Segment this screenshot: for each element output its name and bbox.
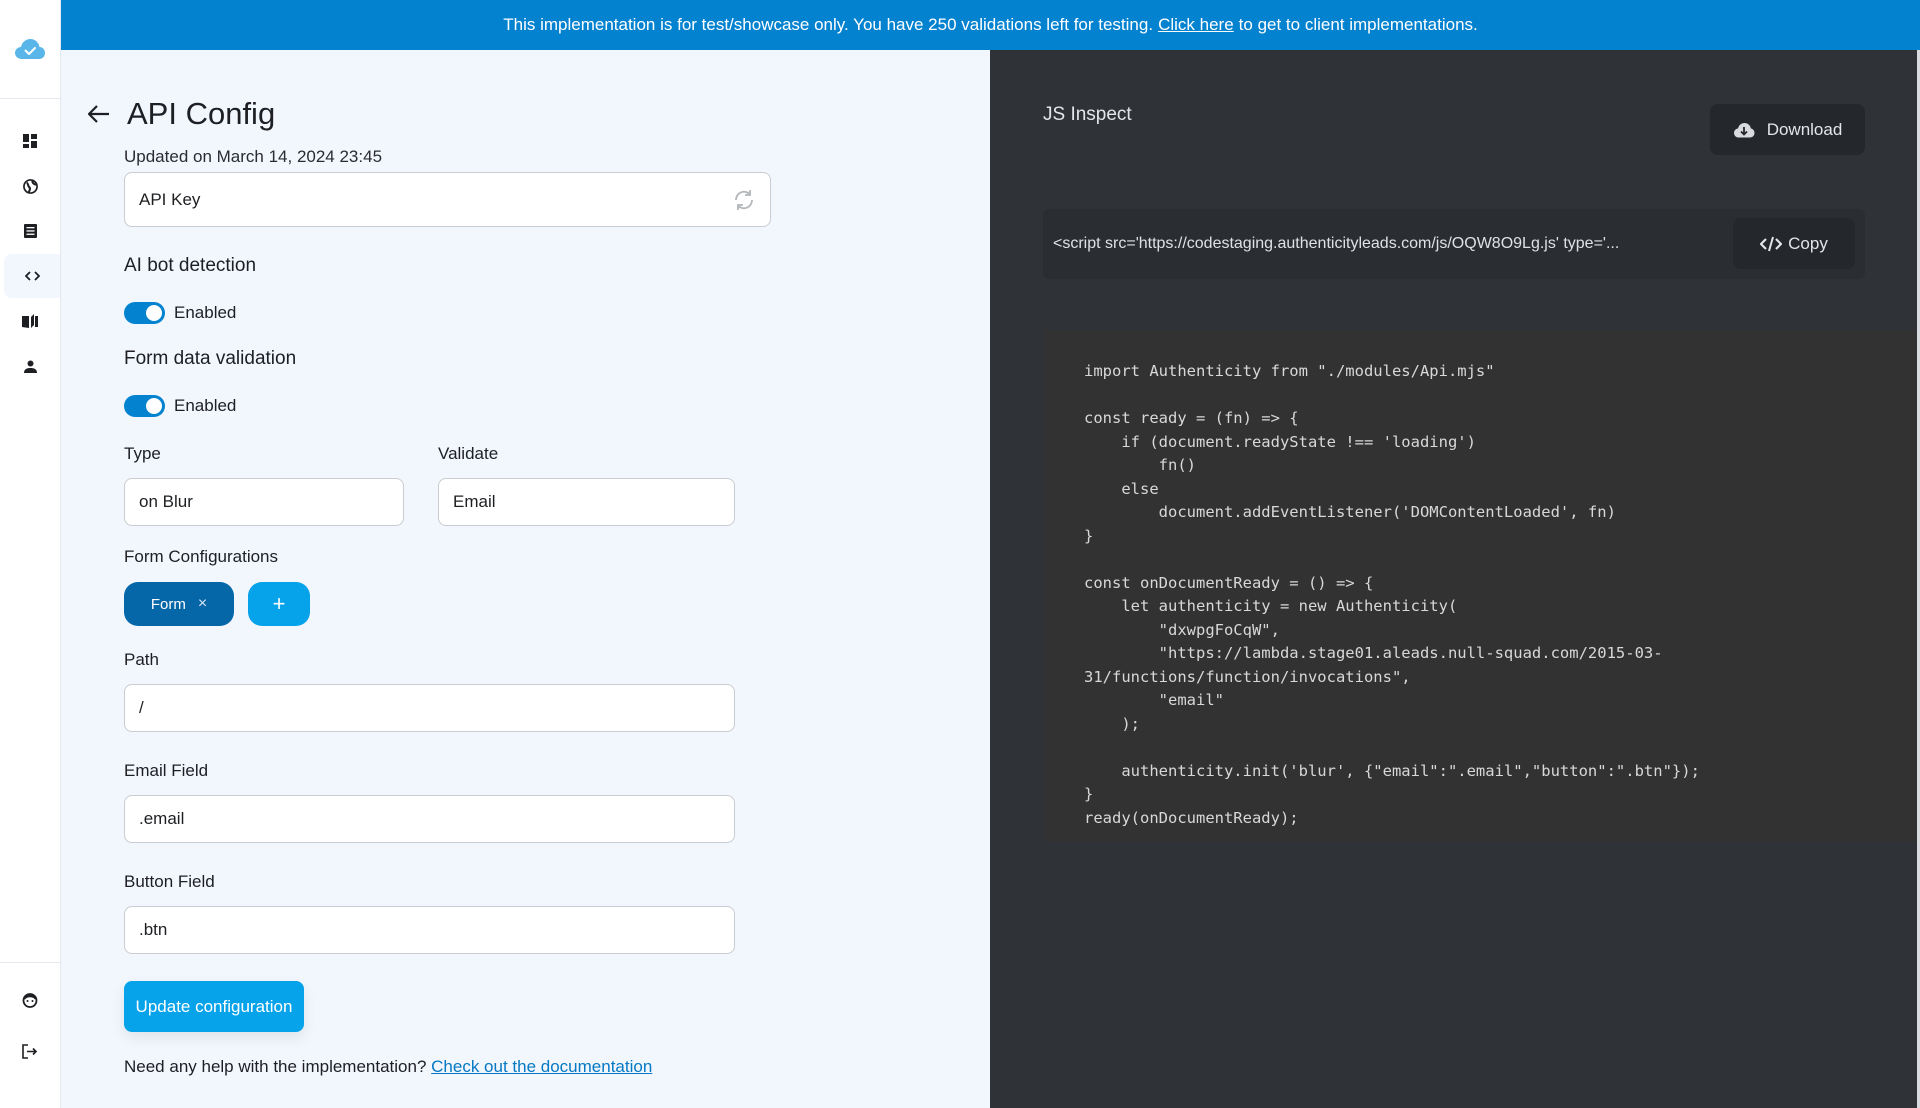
client-implementations-link[interactable]: Click here bbox=[1158, 15, 1234, 35]
back-button[interactable] bbox=[83, 98, 115, 130]
sidebar-item-support[interactable] bbox=[0, 975, 60, 1025]
type-value: on Blur bbox=[139, 492, 193, 511]
sidebar-item-list[interactable] bbox=[0, 209, 60, 253]
button-field-input[interactable]: .btn bbox=[124, 906, 735, 954]
api-config-panel: API Config Updated on March 14, 2024 23:… bbox=[61, 50, 990, 1108]
form-config-chip-label: Form bbox=[150, 595, 186, 613]
sidebar-item-code[interactable] bbox=[4, 254, 60, 298]
download-label: Download bbox=[1766, 119, 1843, 139]
sidebar-item-docs[interactable] bbox=[0, 299, 60, 343]
type-select[interactable]: on Blur bbox=[124, 478, 404, 526]
logout-icon bbox=[22, 1043, 38, 1059]
validate-value: Email bbox=[453, 492, 496, 511]
email-field-input[interactable]: .email bbox=[124, 795, 735, 843]
form-data-validation-toggle[interactable] bbox=[124, 395, 165, 417]
script-tag-text: <script src='https://codestaging.authent… bbox=[1053, 235, 1620, 252]
validate-select[interactable]: Email bbox=[438, 478, 735, 526]
path-value: / bbox=[139, 698, 144, 717]
refresh-icon[interactable] bbox=[732, 188, 756, 212]
code-snippet: import Authenticity from "./modules/Api.… bbox=[1084, 362, 1700, 827]
button-field-label: Button Field bbox=[124, 872, 215, 891]
ai-bot-detection-title: AI bot detection bbox=[124, 255, 257, 276]
form-config-chip[interactable]: Form × bbox=[124, 582, 234, 626]
banner-text: This implementation is for test/showcase… bbox=[503, 15, 1154, 34]
copy-button[interactable]: Copy bbox=[1733, 218, 1855, 269]
path-label: Path bbox=[124, 650, 159, 669]
list-icon bbox=[23, 224, 37, 238]
banner-text-after: to get to client implementations. bbox=[1238, 15, 1478, 34]
help-text: Need any help with the implementation? C… bbox=[124, 1057, 652, 1077]
update-configuration-button[interactable]: Update configuration bbox=[124, 981, 304, 1032]
support-agent-icon bbox=[22, 992, 38, 1008]
close-icon[interactable]: × bbox=[198, 595, 207, 613]
help-question: Need any help with the implementation? bbox=[124, 1057, 427, 1076]
sidebar-item-dashboard[interactable] bbox=[0, 119, 60, 163]
test-mode-banner: This implementation is for test/showcase… bbox=[61, 0, 1920, 50]
script-tag-bar: <script src='https://codestaging.authent… bbox=[1043, 209, 1865, 279]
code-block: import Authenticity from "./modules/Api.… bbox=[1044, 330, 1917, 842]
page-title: API Config bbox=[127, 96, 276, 131]
sidebar-item-logout[interactable] bbox=[0, 1026, 60, 1076]
ai-bot-detection-toggle[interactable] bbox=[124, 302, 165, 324]
code-icon bbox=[1760, 236, 1783, 252]
cloud-download-icon bbox=[1733, 122, 1755, 138]
path-input[interactable]: / bbox=[124, 684, 735, 732]
api-key-value: API Key bbox=[139, 189, 201, 209]
logo[interactable] bbox=[0, 0, 60, 99]
form-data-validation-title: Form data validation bbox=[124, 348, 297, 369]
js-inspect-panel: JS Inspect Download <script src='https:/… bbox=[990, 50, 1917, 1108]
form-configurations-label: Form Configurations bbox=[124, 547, 279, 566]
sidebar-item-globe[interactable] bbox=[0, 164, 60, 208]
ai-bot-detection-toggle-label: Enabled bbox=[174, 303, 237, 322]
download-button[interactable]: Download bbox=[1710, 104, 1865, 155]
button-field-value: .btn bbox=[139, 920, 168, 939]
arrow-left-icon bbox=[88, 105, 110, 123]
book-icon bbox=[22, 314, 38, 328]
api-key-field[interactable]: API Key bbox=[124, 172, 771, 227]
cloud-check-icon bbox=[14, 38, 46, 60]
form-data-validation-toggle-label: Enabled bbox=[174, 396, 237, 415]
sidebar bbox=[0, 0, 61, 1108]
add-form-config-button[interactable]: + bbox=[248, 582, 310, 626]
email-field-label: Email Field bbox=[124, 761, 209, 780]
user-icon bbox=[23, 360, 37, 373]
sidebar-item-account[interactable] bbox=[0, 344, 60, 388]
validate-label: Validate bbox=[438, 444, 499, 463]
js-inspect-title: JS Inspect bbox=[1043, 104, 1132, 125]
dashboard-icon bbox=[23, 134, 37, 148]
type-label: Type bbox=[124, 444, 161, 463]
plus-icon: + bbox=[272, 591, 286, 616]
code-icon bbox=[24, 271, 40, 281]
documentation-link[interactable]: Check out the documentation bbox=[431, 1057, 652, 1076]
email-field-value: .email bbox=[139, 809, 185, 828]
globe-icon bbox=[22, 178, 38, 194]
copy-label: Copy bbox=[1788, 233, 1828, 253]
updated-timestamp: Updated on March 14, 2024 23:45 bbox=[124, 147, 383, 166]
